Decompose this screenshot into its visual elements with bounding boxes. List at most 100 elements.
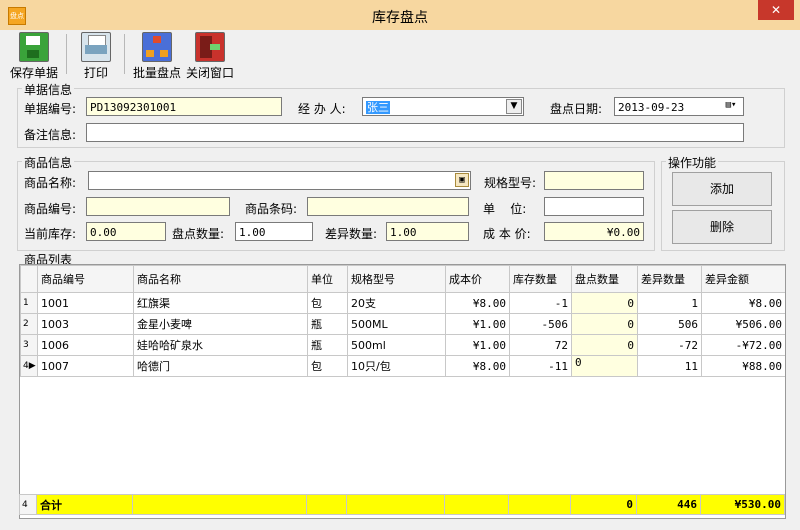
goods-name-field[interactable]: ▣ [88,171,471,190]
row-index[interactable]: 3 [20,334,38,356]
lookup-icon[interactable]: ▣ [455,173,469,187]
close-window-button[interactable]: ✕ [758,0,794,20]
batch-count-button[interactable]: 批量盘点 [132,32,182,81]
totals-row: 4 合计 0 446 ¥530.00 [19,494,785,515]
cell-spec[interactable]: 500ML [347,313,446,335]
cell-count[interactable]: 0 [571,313,638,335]
goods-code-field[interactable] [86,197,230,216]
toolbar: 保存单据 打印 批量盘点 关闭窗口 [0,30,800,80]
cell-name[interactable]: 红旗渠 [133,292,308,314]
totals-row-index: 4 [19,494,37,515]
handler-label: 经 办 人: [298,102,346,116]
cell-unit[interactable]: 包 [307,292,348,314]
totals-empty-cell [132,494,307,515]
row-index[interactable]: 1 [20,292,38,314]
print-button[interactable]: 打印 [76,32,116,81]
cell-spec[interactable]: 500ml [347,334,446,356]
row-index-current[interactable]: 4▶ [20,355,38,377]
table-row[interactable]: 1 1001 红旗渠 包 20支 ¥8.00 -1 0 1 ¥8.00 [20,292,785,314]
add-button[interactable]: 添加 [672,172,772,206]
chevron-down-icon[interactable]: ▼ [506,99,522,114]
cell-count-editing[interactable]: 0 [571,355,638,377]
cell-amount[interactable]: ¥88.00 [701,355,785,377]
barcode-field[interactable] [307,197,469,216]
remark-label: 备注信息: [24,128,77,142]
totals-empty-cell [508,494,571,515]
batch-count-label: 批量盘点 [132,66,181,80]
save-label: 保存单据 [9,66,58,80]
delete-button[interactable]: 删除 [672,210,772,244]
grid-header-row: 商品编号 商品名称 单位 规格型号 成本价 库存数量 盘点数量 差异数量 差异金… [20,265,785,293]
table-row[interactable]: 2 1003 金星小麦啤 瓶 500ML ¥1.00 -506 0 506 ¥5… [20,313,785,335]
cell-cost[interactable]: ¥8.00 [445,292,510,314]
cell-cost[interactable]: ¥1.00 [445,313,510,335]
unit-field[interactable] [544,197,644,216]
col-header-unit[interactable]: 单位 [307,265,348,293]
table-row[interactable]: 3 1006 娃哈哈矿泉水 瓶 500ml ¥1.00 72 0 -72 -¥7… [20,334,785,356]
cell-diff[interactable]: 506 [637,313,702,335]
current-row-arrow-icon: ▶ [28,361,36,371]
save-document-button[interactable]: 保存单据 [8,32,60,81]
cell-unit[interactable]: 瓶 [307,313,348,335]
cell-amount[interactable]: -¥72.00 [701,334,785,356]
cost-field[interactable]: ¥0.00 [544,222,644,241]
cell-unit[interactable]: 包 [307,355,348,377]
cell-name[interactable]: 金星小麦啤 [133,313,308,335]
current-stock-field[interactable]: 0.00 [86,222,166,241]
totals-amount: ¥530.00 [700,494,785,515]
title-bar: 盘点 库存盘点 ✕ [0,0,800,31]
cell-stock[interactable]: -506 [509,313,572,335]
count-qty-field[interactable]: 1.00 [235,222,313,241]
cell-count[interactable]: 0 [571,334,638,356]
doc-no-label: 单据编号: [24,102,77,116]
cell-count[interactable]: 0 [571,292,638,314]
toolbar-separator [66,34,67,74]
row-header-corner [20,265,38,293]
cell-diff[interactable]: -72 [637,334,702,356]
col-header-amount[interactable]: 差异金额 [701,265,785,293]
cell-stock[interactable]: 72 [509,334,572,356]
doc-no-field[interactable]: PD13092301001 [86,97,282,116]
cell-code[interactable]: 1003 [37,313,134,335]
remark-field[interactable] [86,123,744,142]
cell-amount[interactable]: ¥8.00 [701,292,785,314]
col-header-name[interactable]: 商品名称 [133,265,308,293]
close-window-toolbar-button[interactable]: 关闭窗口 [184,32,236,81]
cell-spec[interactable]: 20支 [347,292,446,314]
col-header-diff[interactable]: 差异数量 [637,265,702,293]
cell-spec[interactable]: 10只/包 [347,355,446,377]
cell-code[interactable]: 1006 [37,334,134,356]
col-header-count[interactable]: 盘点数量 [571,265,638,293]
spec-label: 规格型号: [484,176,537,190]
table-row[interactable]: 4▶ 1007 哈德门 包 10只/包 ¥8.00 -11 0 11 ¥88.0… [20,355,785,377]
cell-cost[interactable]: ¥1.00 [445,334,510,356]
spec-field[interactable] [544,171,644,190]
count-qty-label: 盘点数量: [172,227,225,241]
cell-diff[interactable]: 11 [637,355,702,377]
count-date-picker[interactable]: 2013-09-23 ▤▾ [614,97,744,116]
cell-name[interactable]: 娃哈哈矿泉水 [133,334,308,356]
cell-cost[interactable]: ¥8.00 [445,355,510,377]
col-header-spec[interactable]: 规格型号 [347,265,446,293]
row-index[interactable]: 2 [20,313,38,335]
barcode-label: 商品条码: [245,202,298,216]
goods-info-legend: 商品信息 [22,154,75,171]
cell-stock[interactable]: -1 [509,292,572,314]
current-stock-label: 当前库存: [24,227,77,241]
cell-diff[interactable]: 1 [637,292,702,314]
col-header-code[interactable]: 商品编号 [37,265,134,293]
close-window-label: 关闭窗口 [185,66,234,80]
cell-name[interactable]: 哈德门 [133,355,308,377]
diff-qty-field[interactable]: 1.00 [386,222,469,241]
col-header-cost[interactable]: 成本价 [445,265,510,293]
cost-label: 成 本 价: [483,227,531,241]
cell-unit[interactable]: 瓶 [307,334,348,356]
cell-stock[interactable]: -11 [509,355,572,377]
cell-amount[interactable]: ¥506.00 [701,313,785,335]
col-header-stock[interactable]: 库存数量 [509,265,572,293]
handler-value: 张三 [366,101,390,114]
cell-code[interactable]: 1001 [37,292,134,314]
cell-code[interactable]: 1007 [37,355,134,377]
handler-select[interactable]: 张三 ▼ [362,97,524,116]
calendar-dropdown-icon[interactable]: ▤▾ [720,99,742,114]
